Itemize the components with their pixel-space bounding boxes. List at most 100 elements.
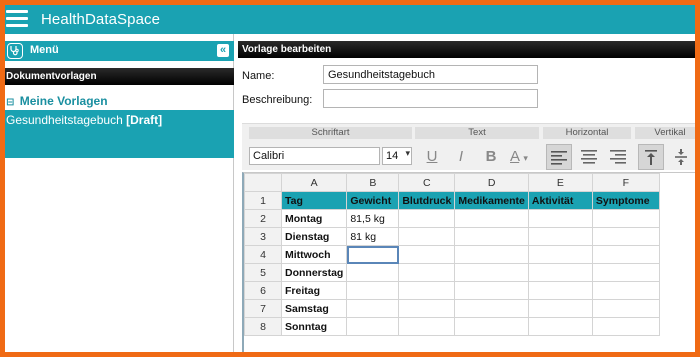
- main-panel: Vorlage bearbeiten Name: Gesundheitstage…: [238, 34, 695, 352]
- row-header[interactable]: 1: [244, 191, 282, 210]
- cell-d2[interactable]: [454, 209, 529, 228]
- font-size-select[interactable]: 14 ▾: [382, 147, 412, 165]
- cell-c5[interactable]: [398, 263, 456, 282]
- font-family-select[interactable]: Calibri: [249, 147, 380, 165]
- cell-e7[interactable]: [527, 299, 593, 318]
- document-status: [Draft]: [126, 113, 163, 127]
- cell-e1[interactable]: Aktivität: [527, 191, 593, 210]
- hamburger-menu-icon[interactable]: [6, 10, 28, 28]
- font-color-button[interactable]: A ▾: [504, 144, 538, 170]
- tree-item-gesundheitstagebuch[interactable]: Gesundheitstagebuch [Draft]: [5, 110, 234, 130]
- cell-b6[interactable]: [346, 281, 400, 300]
- column-header[interactable]: E: [527, 173, 593, 192]
- description-input[interactable]: [323, 89, 538, 108]
- underline-button[interactable]: U: [419, 144, 445, 170]
- align-center-icon: [581, 150, 597, 164]
- description-label: Beschreibung:: [242, 94, 313, 106]
- panel-header: Vorlage bearbeiten: [238, 41, 695, 58]
- menu-label: Menü: [30, 44, 59, 56]
- cell-f6[interactable]: [591, 281, 660, 300]
- spreadsheet-table: ABCDEF 1 Tag Gewicht Blutdruck Medikamente Ak…: [244, 173, 660, 336]
- row-header[interactable]: 6: [244, 281, 282, 300]
- cell-e6[interactable]: [527, 281, 593, 300]
- cell-f4[interactable]: [591, 245, 660, 264]
- menu-bar[interactable]: Menü «: [5, 41, 234, 61]
- cell-b5[interactable]: [346, 263, 400, 282]
- cell-f8[interactable]: [591, 317, 660, 336]
- corner-cell[interactable]: [244, 173, 282, 192]
- cell-a2[interactable]: Montag: [280, 209, 348, 228]
- cell-f2[interactable]: [591, 209, 660, 228]
- collapse-tree-icon[interactable]: ⊟: [6, 97, 14, 108]
- cell-b7[interactable]: [346, 299, 400, 318]
- table-row: 8 Sonntag: [244, 317, 660, 336]
- cell-b1[interactable]: Gewicht: [346, 191, 400, 210]
- spreadsheet-grid[interactable]: ABCDEF 1 Tag Gewicht Blutdruck Medikamente Ak…: [242, 172, 695, 352]
- cell-e5[interactable]: [527, 263, 593, 282]
- italic-button[interactable]: I: [448, 144, 474, 170]
- cell-d4[interactable]: [454, 245, 529, 264]
- cell-d5[interactable]: [454, 263, 529, 282]
- cell-d8[interactable]: [454, 317, 529, 336]
- cell-e3[interactable]: [527, 227, 593, 246]
- cell-c8[interactable]: [398, 317, 456, 336]
- cell-e8[interactable]: [527, 317, 593, 336]
- tree-group-meine-vorlagen[interactable]: ⊟ Meine Vorlagen: [6, 94, 108, 108]
- row-header[interactable]: 5: [244, 263, 282, 282]
- row-header[interactable]: 4: [244, 245, 282, 264]
- cell-a8[interactable]: Sonntag: [280, 317, 348, 336]
- chevron-down-icon: ▾: [405, 148, 410, 158]
- column-header[interactable]: A: [280, 173, 348, 192]
- formatting-ribbon: Schriftart Text Horizontal Vertikal Cali…: [242, 123, 695, 170]
- cell-f3[interactable]: [591, 227, 660, 246]
- cell-d1[interactable]: Medikamente: [454, 191, 529, 210]
- cell-f7[interactable]: [591, 299, 660, 318]
- cell-a7[interactable]: Samstag: [280, 299, 348, 318]
- cell-c1[interactable]: Blutdruck: [398, 191, 456, 210]
- cell-c6[interactable]: [398, 281, 456, 300]
- cell-a6[interactable]: Freitag: [280, 281, 348, 300]
- cell-d6[interactable]: [454, 281, 529, 300]
- tree-group-label: Meine Vorlagen: [19, 94, 108, 108]
- cell-b4[interactable]: [346, 245, 400, 264]
- section-header-dokumentvorlagen: Dokumentvorlagen: [5, 68, 234, 85]
- font-color-icon: A: [510, 148, 520, 165]
- table-row: 5 Donnerstag: [244, 263, 660, 282]
- bold-button[interactable]: B: [478, 144, 504, 170]
- column-header[interactable]: D: [454, 173, 529, 192]
- align-top-button[interactable]: [638, 144, 664, 170]
- cell-b8[interactable]: [346, 317, 400, 336]
- app-window: HealthDataSpace Menü « Dokumentvorlagen …: [5, 5, 695, 352]
- row-header[interactable]: 3: [244, 227, 282, 246]
- column-header[interactable]: F: [591, 173, 660, 192]
- cell-d7[interactable]: [454, 299, 529, 318]
- align-center-button[interactable]: [576, 144, 602, 170]
- cell-a3[interactable]: Dienstag: [280, 227, 348, 246]
- cell-b2[interactable]: 81,5 kg: [346, 209, 400, 228]
- cell-a1[interactable]: Tag: [280, 191, 348, 210]
- cell-d3[interactable]: [454, 227, 529, 246]
- cell-c4[interactable]: [398, 245, 456, 264]
- cell-b3[interactable]: 81 kg: [346, 227, 400, 246]
- cell-f5[interactable]: [591, 263, 660, 282]
- cell-f1[interactable]: Symptome: [591, 191, 660, 210]
- cell-e2[interactable]: [527, 209, 593, 228]
- cell-e4[interactable]: [527, 245, 593, 264]
- app-title: HealthDataSpace: [41, 11, 161, 28]
- row-header[interactable]: 8: [244, 317, 282, 336]
- row-header[interactable]: 2: [244, 209, 282, 228]
- cell-c3[interactable]: [398, 227, 456, 246]
- column-header[interactable]: C: [398, 173, 456, 192]
- row-header[interactable]: 7: [244, 299, 282, 318]
- align-middle-button[interactable]: [668, 144, 694, 170]
- cell-c7[interactable]: [398, 299, 456, 318]
- align-right-button[interactable]: [605, 144, 631, 170]
- cell-c2[interactable]: [398, 209, 456, 228]
- cell-a4[interactable]: Mittwoch: [280, 245, 348, 264]
- name-input[interactable]: Gesundheitstagebuch: [323, 65, 538, 84]
- align-left-button[interactable]: [546, 144, 572, 170]
- column-header[interactable]: B: [346, 173, 400, 192]
- table-row: 7 Samstag: [244, 299, 660, 318]
- cell-a5[interactable]: Donnerstag: [280, 263, 348, 282]
- collapse-sidebar-button[interactable]: «: [217, 44, 229, 57]
